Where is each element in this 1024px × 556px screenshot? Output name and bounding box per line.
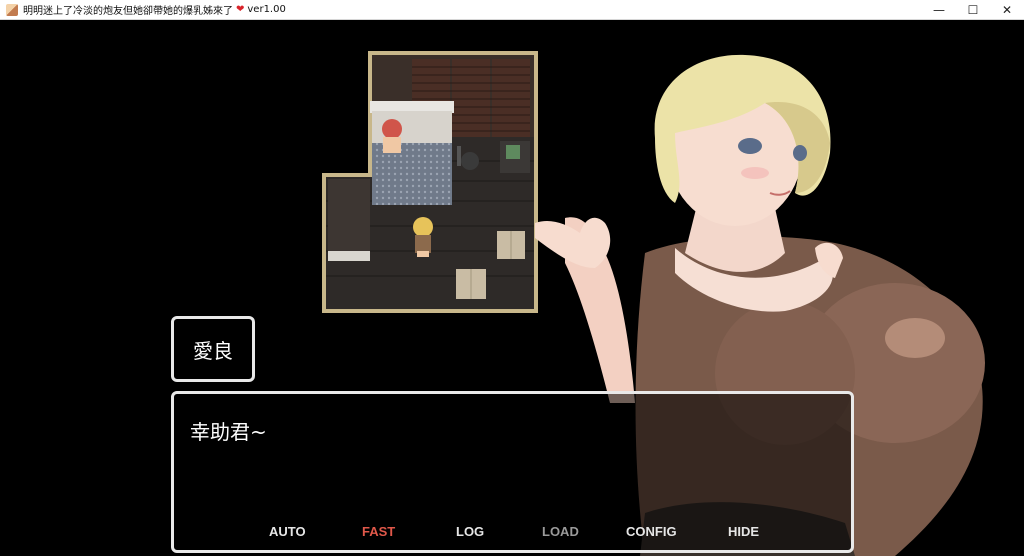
close-button[interactable]: ✕: [990, 0, 1024, 20]
game-screen[interactable]: 愛良 幸助君~ AUTO FAST LOG LOAD CONFIG HIDE: [0, 21, 1024, 556]
heart-icon: ❤: [236, 3, 245, 15]
message-text: 幸助君~: [190, 420, 267, 444]
hide-button[interactable]: HIDE: [728, 524, 759, 539]
maximize-button[interactable]: ☐: [956, 0, 990, 20]
config-button[interactable]: CONFIG: [626, 524, 677, 539]
auto-button[interactable]: AUTO: [269, 524, 306, 539]
app-icon: [6, 3, 18, 16]
window-controls: — ☐ ✕: [922, 0, 1024, 20]
window-version: ver1.00: [247, 4, 286, 15]
load-button[interactable]: LOAD: [542, 524, 579, 539]
speaker-name: 愛良: [193, 338, 233, 363]
window-title-text: 明明迷上了冷淡的炮友但她卻帶她的爆乳姊來了: [23, 6, 233, 17]
minimize-button[interactable]: —: [922, 0, 956, 20]
log-button[interactable]: LOG: [456, 524, 484, 539]
room-map-graphic: [322, 51, 538, 313]
fast-button[interactable]: FAST: [362, 524, 395, 539]
window-titlebar: 明明迷上了冷淡的炮友但她卻帶她的爆乳姊來了 ❤ ver1.00 — ☐ ✕: [0, 0, 1024, 20]
window-title: 明明迷上了冷淡的炮友但她卻帶她的爆乳姊來了 ❤ ver1.00: [23, 2, 286, 17]
message-box[interactable]: 幸助君~ AUTO FAST LOG LOAD CONFIG HIDE: [171, 391, 854, 553]
speaker-name-box: 愛良: [171, 316, 255, 382]
dialog-menu: AUTO FAST LOG LOAD CONFIG HIDE: [174, 524, 851, 544]
room-map: [320, 51, 540, 316]
